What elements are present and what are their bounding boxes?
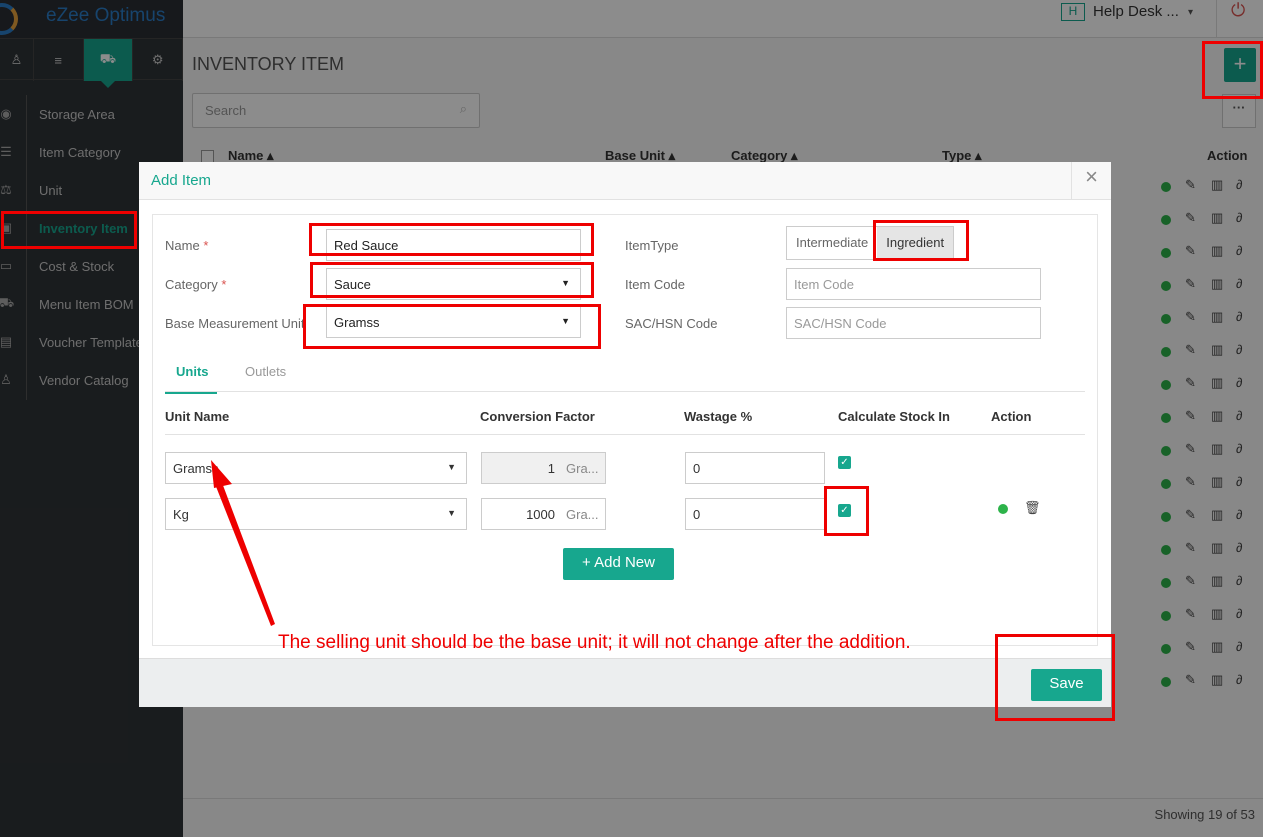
modal-body: Name * Red Sauce Category * Sauce ▼ Base … — [152, 214, 1098, 646]
tab-units[interactable]: Units — [165, 364, 217, 394]
category-label-text: Category — [165, 277, 218, 292]
unit-name-select[interactable]: Kg ▼ — [165, 498, 467, 530]
wastage-value: 0 — [693, 507, 701, 522]
category-label: Category * — [165, 277, 226, 292]
dropdown-arrow-icon: ▼ — [561, 278, 570, 288]
col-action: Action — [991, 409, 1032, 424]
modal-title: Add Item — [151, 172, 212, 189]
conversion-unit: Gra... — [566, 507, 599, 522]
sac-label: SAC/HSN Code — [625, 316, 718, 331]
unit-name-value: Kg — [173, 507, 189, 522]
calculate-stock-checkbox[interactable]: ✓ — [838, 504, 851, 517]
conversion-factor-field: 1 Gra... — [481, 452, 606, 484]
name-value: Red Sauce — [334, 238, 399, 253]
annotation-note: The selling unit should be the base unit… — [278, 632, 911, 653]
modal-header: Add Item × — [139, 162, 1111, 200]
item-type-toggle: Intermediate Ingredient — [786, 226, 955, 260]
units-table-header: Unit Name Conversion Factor Wastage % Ca… — [165, 403, 1085, 435]
sac-placeholder: SAC/HSN Code — [794, 316, 887, 331]
dropdown-arrow-icon: ▼ — [447, 462, 456, 472]
conversion-factor-value: 1 — [547, 461, 555, 476]
item-type-ingredient[interactable]: Ingredient — [877, 227, 954, 259]
item-code-label: Item Code — [625, 277, 685, 292]
required-marker: * — [221, 277, 227, 292]
modal-footer: Save — [139, 658, 1111, 707]
col-unit-name: Unit Name — [165, 409, 230, 424]
add-item-modal: Add Item × Name * Red Sauce Category * S… — [139, 162, 1111, 707]
modal-tabs: Units Outlets — [165, 350, 1085, 394]
category-select[interactable]: Sauce ▼ — [326, 268, 581, 300]
required-marker: * — [203, 238, 209, 253]
unit-name-select[interactable]: Gramss ▼ — [165, 452, 467, 484]
wastage-value: 0 — [693, 461, 701, 476]
close-icon[interactable]: × — [1071, 162, 1111, 200]
col-conversion-factor: Conversion Factor — [480, 409, 595, 424]
base-unit-select[interactable]: Gramss ▼ — [326, 306, 581, 338]
base-unit-value: Gramss — [334, 315, 380, 330]
conversion-factor-field[interactable]: 1000 Gra... — [481, 498, 606, 530]
add-new-unit-button[interactable]: + Add New — [563, 548, 674, 580]
name-field[interactable]: Red Sauce — [326, 229, 581, 261]
conversion-factor-value: 1000 — [526, 507, 555, 522]
base-unit-label: Base Measurement Unit — [165, 316, 305, 331]
col-calculate-stock: Calculate Stock In — [838, 409, 950, 424]
item-code-field[interactable]: Item Code — [786, 268, 1041, 300]
tab-outlets[interactable]: Outlets — [245, 364, 286, 379]
dropdown-arrow-icon: ▼ — [447, 508, 456, 518]
item-type-label: ItemType — [625, 238, 679, 253]
app-root: eZee Optimus ♙ ≡ ⛟ ⚙ ◉ Storage Area ☰ Item… — [0, 0, 1263, 837]
name-label-text: Name — [165, 238, 200, 253]
name-label: Name * — [165, 238, 208, 253]
calculate-stock-checkbox[interactable]: ✓ — [838, 456, 851, 469]
wastage-field[interactable]: 0 — [685, 452, 825, 484]
category-value: Sauce — [334, 277, 371, 292]
item-type-intermediate[interactable]: Intermediate — [787, 227, 877, 259]
col-wastage: Wastage % — [684, 409, 753, 424]
active-status-dot[interactable] — [998, 504, 1008, 514]
item-code-placeholder: Item Code — [794, 277, 854, 292]
trash-icon[interactable]: 🗑 — [1024, 500, 1041, 516]
sac-field[interactable]: SAC/HSN Code — [786, 307, 1041, 339]
unit-name-value: Gramss — [173, 461, 219, 476]
conversion-unit: Gra... — [566, 461, 599, 476]
dropdown-arrow-icon: ▼ — [561, 316, 570, 326]
wastage-field[interactable]: 0 — [685, 498, 825, 530]
save-button[interactable]: Save — [1031, 669, 1102, 701]
